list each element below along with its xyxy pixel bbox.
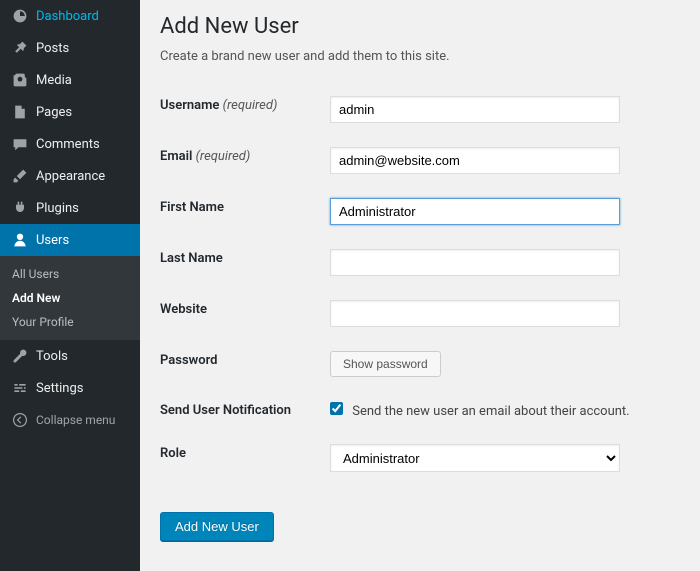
menu-users[interactable]: Users [0, 224, 140, 256]
wrench-icon [10, 348, 30, 364]
lastname-input[interactable] [330, 249, 620, 276]
menu-label: Appearance [36, 169, 105, 184]
submenu-add-new[interactable]: Add New [0, 286, 140, 310]
menu-label: Plugins [36, 201, 79, 216]
menu-plugins[interactable]: Plugins [0, 192, 140, 224]
firstname-label: First Name [160, 186, 330, 237]
notification-checkbox-label[interactable]: Send the new user an email about their a… [330, 404, 630, 419]
sliders-icon [10, 380, 30, 396]
username-label: Username (required) [160, 84, 330, 135]
website-label: Website [160, 288, 330, 339]
menu-dashboard[interactable]: Dashboard [0, 0, 140, 32]
dashboard-icon [10, 8, 30, 24]
submenu-all-users[interactable]: All Users [0, 262, 140, 286]
admin-sidebar: Dashboard Posts Media Pages Comments App… [0, 0, 140, 571]
user-icon [10, 232, 30, 248]
website-input[interactable] [330, 300, 620, 327]
collapse-label: Collapse menu [36, 413, 115, 427]
users-submenu: All Users Add New Your Profile [0, 256, 140, 340]
menu-label: Dashboard [36, 9, 99, 24]
menu-posts[interactable]: Posts [0, 32, 140, 64]
menu-label: Users [36, 233, 69, 248]
menu-label: Tools [36, 349, 68, 364]
menu-settings[interactable]: Settings [0, 372, 140, 404]
role-select[interactable]: Administrator [330, 444, 620, 472]
password-label: Password [160, 339, 330, 389]
menu-label: Pages [36, 105, 72, 120]
menu-label: Posts [36, 41, 69, 56]
submenu-your-profile[interactable]: Your Profile [0, 310, 140, 334]
notification-label: Send User Notification [160, 389, 330, 432]
page-icon [10, 104, 30, 120]
add-new-user-button[interactable]: Add New User [160, 512, 274, 541]
menu-label: Media [36, 73, 72, 88]
page-title: Add New User [160, 14, 680, 39]
role-label: Role [160, 432, 330, 484]
menu-label: Comments [36, 137, 100, 152]
pin-icon [10, 40, 30, 56]
menu-comments[interactable]: Comments [0, 128, 140, 160]
brush-icon [10, 168, 30, 184]
menu-label: Settings [36, 381, 83, 396]
add-user-form: Username (required) Email (required) Fir… [160, 84, 680, 484]
collapse-menu[interactable]: Collapse menu [0, 404, 140, 436]
comment-icon [10, 136, 30, 152]
media-icon [10, 72, 30, 88]
main-content: Add New User Create a brand new user and… [140, 0, 700, 571]
firstname-input[interactable] [330, 198, 620, 225]
notification-checkbox[interactable] [330, 402, 343, 415]
menu-media[interactable]: Media [0, 64, 140, 96]
page-description: Create a brand new user and add them to … [160, 49, 680, 64]
collapse-icon [10, 412, 30, 428]
menu-tools[interactable]: Tools [0, 340, 140, 372]
show-password-button[interactable]: Show password [330, 351, 441, 377]
menu-pages[interactable]: Pages [0, 96, 140, 128]
menu-appearance[interactable]: Appearance [0, 160, 140, 192]
username-input[interactable] [330, 96, 620, 123]
email-label: Email (required) [160, 135, 330, 186]
email-input[interactable] [330, 147, 620, 174]
lastname-label: Last Name [160, 237, 330, 288]
plug-icon [10, 200, 30, 216]
